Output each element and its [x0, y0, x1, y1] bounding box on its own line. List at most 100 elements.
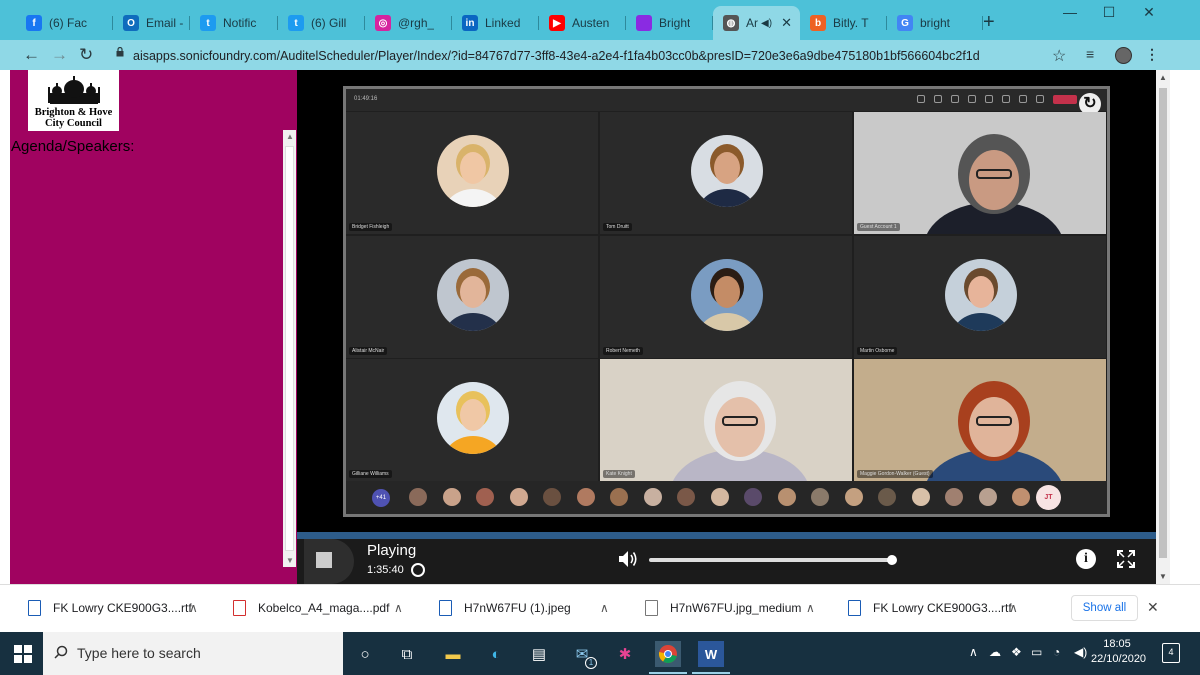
network-icon[interactable]: ◔	[1053, 645, 1060, 659]
browser-tab[interactable]: f (6) Fac	[16, 9, 113, 37]
globe-icon: ◍	[723, 15, 739, 31]
file-explorer-icon[interactable]: ▬	[440, 641, 466, 667]
info-icon[interactable]: i	[1076, 549, 1096, 569]
menu-kebab-icon[interactable]: ⋮	[1145, 46, 1159, 63]
download-options-chevron-icon[interactable]: ∧	[600, 601, 609, 615]
seek-bar[interactable]	[649, 555, 897, 565]
download-item[interactable]: H7nW67FU.jpg_medium ∧	[645, 585, 835, 631]
download-options-chevron-icon[interactable]: ∧	[394, 601, 403, 615]
browser-tab[interactable]: t Notific	[190, 9, 278, 37]
browser-tab[interactable]: ◍ Ar ◀) ✕	[713, 6, 800, 40]
onedrive-icon[interactable]: ☁	[989, 645, 1001, 659]
tab-title: bright	[920, 16, 951, 30]
download-shelf: Show all ✕ FK Lowry CKE900G3....rtf ∧ Kobe…	[0, 584, 1200, 632]
close-download-shelf-icon[interactable]: ✕	[1147, 599, 1159, 616]
participant-avatar	[437, 135, 509, 207]
download-options-chevron-icon[interactable]: ∧	[189, 601, 198, 615]
participant-name: Guest Account 1	[857, 223, 900, 231]
reload-icon[interactable]: ↻	[79, 45, 93, 65]
agenda-scrollbar[interactable]: ▲ ▼	[283, 130, 296, 567]
dropbox-icon[interactable]: ❖	[1011, 645, 1022, 659]
edge-icon[interactable]: ◐	[483, 641, 509, 667]
browser-tab[interactable]: ▶ Austen	[539, 9, 626, 37]
show-all-downloads-button[interactable]: Show all	[1071, 595, 1138, 621]
download-options-chevron-icon[interactable]: ∧	[806, 601, 815, 615]
windows-start-icon[interactable]	[14, 645, 32, 663]
page-scroll-up-icon[interactable]: ▲	[1159, 73, 1167, 82]
cortana-icon[interactable]: ○	[352, 641, 378, 667]
bookmark-star-icon[interactable]: ☆	[1052, 46, 1066, 66]
store-icon[interactable]: ▤	[526, 641, 552, 667]
maximize-button[interactable]: ☐	[1094, 4, 1124, 21]
image-file-icon	[439, 600, 452, 616]
mail-icon[interactable]: ✉ 1	[569, 641, 597, 669]
agenda-scroll-thumb[interactable]	[285, 146, 294, 551]
page-scrollbar[interactable]: ▲ ▼	[1156, 70, 1170, 584]
youtube-icon: ▶	[549, 15, 565, 31]
scroll-up-icon[interactable]: ▲	[286, 132, 294, 141]
participant-photo	[444, 391, 502, 454]
clock-date: 22/10/2020	[1091, 653, 1147, 665]
participant-video	[673, 381, 807, 481]
browser-tab[interactable]: in Linked	[452, 9, 539, 37]
volume-icon[interactable]	[617, 548, 639, 570]
browser-tab[interactable]: O Email -	[113, 9, 190, 37]
bitly-icon: b	[810, 15, 826, 31]
scroll-down-icon[interactable]: ▼	[286, 556, 294, 565]
new-tab-button[interactable]: +	[983, 11, 995, 34]
participant-tile: Gilliane Williams	[346, 359, 598, 481]
url-field[interactable]: aisapps.sonicfoundry.com/AuditelSchedule…	[111, 45, 1061, 67]
participant-thumbnail	[811, 488, 829, 506]
taskbar-search-box[interactable]: Type here to search	[43, 632, 343, 675]
participant-tile: Robert Nemeth	[600, 236, 852, 358]
player-control-bar: Playing 1:35:40 i	[297, 532, 1156, 584]
task-view-icon[interactable]: ⧉	[394, 641, 420, 667]
browser-tab[interactable]: Bright	[626, 9, 713, 37]
chrome-icon[interactable]	[649, 641, 687, 674]
tab-title: Bitly. T	[833, 16, 869, 30]
back-icon[interactable]: ←	[23, 45, 40, 65]
page-scroll-down-icon[interactable]: ▼	[1159, 572, 1167, 581]
forward-icon[interactable]: →	[51, 45, 68, 65]
download-item[interactable]: H7nW67FU (1).jpeg ∧	[439, 585, 629, 631]
stop-icon	[316, 552, 332, 568]
reading-list-icon[interactable]: ≡	[1086, 46, 1094, 62]
seek-knob[interactable]	[887, 555, 897, 565]
close-tab-icon[interactable]: ✕	[781, 15, 792, 31]
browser-tab[interactable]: b Bitly. T	[800, 9, 887, 37]
download-options-chevron-icon[interactable]: ∧	[1009, 601, 1018, 615]
participant-photo	[698, 268, 756, 331]
browser-tab[interactable]: ◎ @rgh_	[365, 9, 452, 37]
mail-badge: 1	[585, 657, 597, 669]
mic-icon	[1019, 95, 1027, 103]
tab-title: @rgh_	[398, 16, 435, 30]
participant-name: Gilliane Williams	[349, 470, 392, 478]
speaker-icon[interactable]: ◀)	[1074, 645, 1087, 659]
participant-tile: Maggie Gordon-Walker (Guest)	[854, 359, 1106, 481]
fullscreen-icon[interactable]	[1117, 550, 1135, 568]
profile-avatar[interactable]	[1115, 47, 1132, 64]
word-icon[interactable]: W	[692, 641, 730, 674]
download-item[interactable]: Kobelco_A4_maga....pdf ∧	[233, 585, 423, 631]
tray-chevron-icon[interactable]: ∧	[969, 645, 978, 659]
minimize-button[interactable]: —	[1055, 4, 1085, 20]
participant-thumbnail	[878, 488, 896, 506]
raise-hand-icon	[951, 95, 959, 103]
download-item[interactable]: FK Lowry CKE900G3....rtf ∧	[28, 585, 218, 631]
stop-button[interactable]	[304, 539, 354, 584]
tab-audio-icon[interactable]: ◀)	[761, 18, 772, 29]
taskbar-clock[interactable]: 18:05 22/10/2020	[1091, 637, 1147, 667]
browser-tab[interactable]: Gbright	[887, 9, 983, 37]
page-scroll-thumb[interactable]	[1159, 88, 1167, 558]
browser-tab[interactable]: t (6) Gill	[278, 9, 365, 37]
close-window-button[interactable]: ✕	[1134, 4, 1164, 21]
meeting-toolbar: 01:49:16	[346, 89, 1107, 111]
download-item[interactable]: FK Lowry CKE900G3....rtf ∧	[848, 585, 1038, 631]
google-icon: G	[897, 15, 913, 31]
logo-line-1: Brighton & Hove	[34, 107, 113, 118]
battery-icon[interactable]: ▭	[1031, 645, 1042, 659]
video-frame[interactable]: 01:49:16 ↻ +41 JT Bridget Fishleigh Tom …	[343, 86, 1110, 517]
action-center-icon[interactable]: 4	[1162, 643, 1180, 663]
slack-icon[interactable]: ✱	[612, 641, 638, 667]
address-bar-row: ← → ↻ aisapps.sonicfoundry.com/AuditelSc…	[0, 40, 1200, 70]
